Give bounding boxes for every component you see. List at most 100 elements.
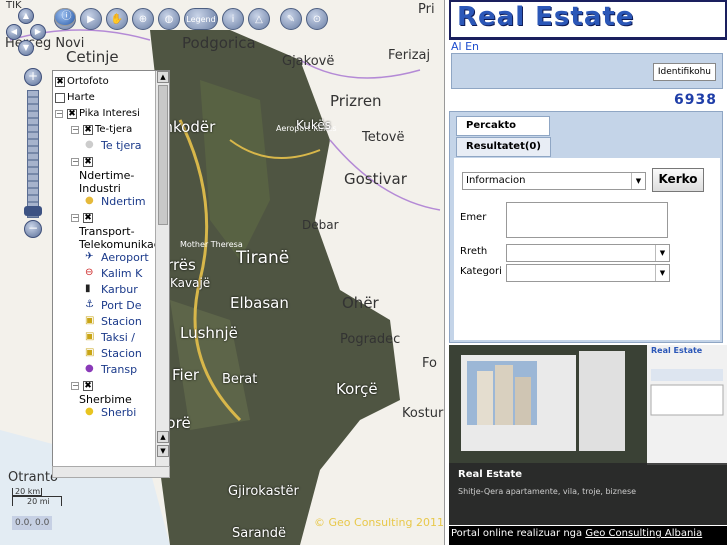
select-icon[interactable]: ✎ bbox=[280, 8, 302, 30]
layer-checkbox[interactable] bbox=[55, 93, 65, 103]
promo-title: Real Estate bbox=[458, 469, 523, 480]
side-panel: Real Estate Al En Identifikohu 6938 Perc… bbox=[449, 0, 727, 545]
layer-checkbox[interactable]: ✖ bbox=[67, 109, 77, 119]
layer-symbol-icon: ▣ bbox=[85, 315, 95, 326]
layer-checkbox[interactable]: ✖ bbox=[55, 77, 65, 87]
collapse-icon[interactable]: − bbox=[55, 110, 63, 118]
globe-icon[interactable]: ◍ bbox=[158, 8, 180, 30]
label-sarande: Sarandë bbox=[232, 526, 287, 541]
scroll-up-icon[interactable]: ▲ bbox=[157, 71, 169, 83]
type-select-value: Informacion bbox=[466, 175, 526, 186]
search-button[interactable]: Kerko bbox=[652, 168, 704, 192]
label-elbasan: Elbasan bbox=[230, 294, 289, 312]
layer-item[interactable]: ▣ Stacion bbox=[85, 347, 155, 361]
layer-hscrollbar[interactable] bbox=[52, 466, 170, 478]
measure-icon[interactable]: △ bbox=[248, 8, 270, 30]
login-box: Identifikohu bbox=[451, 53, 723, 89]
layer-item[interactable]: ▣ Taksi / bbox=[85, 331, 155, 345]
chevron-down-icon: ▼ bbox=[655, 245, 669, 261]
scale-mi: 20 mi bbox=[12, 496, 62, 506]
layer-item[interactable]: ▣ Stacion bbox=[85, 315, 155, 329]
layer-item[interactable]: − ✖ Pika Interesi bbox=[55, 107, 155, 121]
type-select[interactable]: Informacion ▼ bbox=[462, 172, 646, 190]
layer-item[interactable]: ✖ Ortofoto bbox=[55, 75, 155, 89]
zoom-out-icon[interactable]: − bbox=[24, 220, 42, 238]
promo-banner[interactable]: Real Estate Real Estate Shitje-Qera apar… bbox=[449, 345, 727, 525]
promo-thumb-title: Real Estate bbox=[651, 346, 703, 355]
tab-search[interactable]: Percakto kerkimin bbox=[456, 116, 550, 149]
zoom-extent-icon[interactable]: ⊙ bbox=[306, 8, 328, 30]
pan-hand-icon[interactable]: ✋ bbox=[106, 8, 128, 30]
collapse-icon[interactable]: − bbox=[71, 214, 79, 222]
label-kostur: Kostur bbox=[402, 406, 444, 421]
scroll-up-icon[interactable]: ▲ bbox=[157, 431, 169, 443]
tab-results[interactable]: Resultatet(0) bbox=[456, 137, 551, 157]
label-pri: Pri bbox=[418, 2, 435, 17]
layer-checkbox[interactable]: ✖ bbox=[83, 381, 93, 391]
layer-checkbox[interactable]: ✖ bbox=[83, 213, 93, 223]
language-switch[interactable]: Al En bbox=[451, 40, 479, 53]
visit-counter: 6938 bbox=[674, 92, 717, 108]
scroll-thumb[interactable] bbox=[158, 85, 168, 225]
layer-label: Stacion bbox=[101, 347, 142, 360]
layer-item[interactable]: ▮ Karbur bbox=[85, 283, 155, 297]
layer-label: Sherbi bbox=[101, 406, 137, 419]
layer-item[interactable]: Harte bbox=[55, 91, 155, 105]
collapse-icon[interactable]: − bbox=[71, 382, 79, 390]
layer-item[interactable]: ✈ Aeroport bbox=[85, 251, 155, 265]
layer-checkbox[interactable]: ✖ bbox=[83, 157, 93, 167]
name-field[interactable] bbox=[506, 202, 668, 238]
layer-tree[interactable]: ✖ Ortofoto Harte − ✖ Pika Interesi − ✖ Te-tjera ●… bbox=[52, 70, 170, 468]
layer-item[interactable]: ⊖ Kalim K bbox=[85, 267, 155, 281]
district-label: Rreth bbox=[460, 246, 488, 257]
name-label: Emer bbox=[460, 212, 487, 223]
layer-label: Taksi / bbox=[101, 331, 135, 344]
layer-label: Te tjera bbox=[101, 139, 142, 152]
zoom-slider-handle[interactable] bbox=[24, 206, 42, 216]
category-label: Kategori bbox=[460, 266, 502, 277]
layer-item[interactable]: − ✖ bbox=[71, 211, 155, 223]
scroll-down-icon[interactable]: ▼ bbox=[157, 445, 169, 457]
label-gjakove: Gjakovë bbox=[282, 54, 335, 69]
zoom-track[interactable] bbox=[27, 90, 39, 218]
chevron-down-icon: ▼ bbox=[631, 173, 645, 189]
footer-link[interactable]: Geo Consulting Albania bbox=[585, 528, 702, 539]
label-berat: Berat bbox=[222, 372, 258, 387]
layer-symbol-icon: ✈ bbox=[85, 251, 94, 262]
forward-icon[interactable]: ▶ bbox=[80, 8, 102, 30]
district-select[interactable]: ▼ bbox=[506, 244, 670, 262]
zoom-control[interactable]: + − bbox=[24, 68, 42, 238]
pan-down-icon[interactable]: ▼ bbox=[18, 40, 34, 56]
pan-left-icon[interactable]: ◀ bbox=[6, 24, 22, 40]
category-select[interactable]: ▼ bbox=[506, 264, 670, 282]
layer-symbol-icon: ● bbox=[85, 363, 94, 374]
layer-item[interactable]: ● Transp bbox=[85, 363, 155, 377]
layer-item[interactable]: − ✖ bbox=[71, 379, 155, 391]
map-panel[interactable]: Cetinje Podgorica Herceg Novi Gjakovë Fe… bbox=[0, 0, 445, 545]
layer-symbol-icon: ▣ bbox=[85, 331, 95, 342]
pan-right-icon[interactable]: ▶ bbox=[30, 24, 46, 40]
info-icon[interactable]: i bbox=[222, 8, 244, 30]
collapse-icon[interactable]: − bbox=[71, 158, 79, 166]
collapse-icon[interactable]: − bbox=[71, 126, 79, 134]
layer-item[interactable]: − ✖ Te-tjera bbox=[71, 123, 155, 137]
layer-item[interactable]: ● Sherbi bbox=[85, 406, 155, 420]
layer-item[interactable]: ● Ndertim bbox=[85, 195, 155, 209]
pan-control[interactable]: ▲ ◀ ▶ ▼ bbox=[6, 8, 46, 64]
layer-item[interactable]: ⚓ Port De bbox=[85, 299, 155, 313]
legend-button[interactable]: Legend bbox=[184, 8, 218, 30]
layer-item[interactable]: ● Te tjera bbox=[85, 139, 155, 153]
pan-up-icon[interactable]: ▲ bbox=[18, 8, 34, 24]
identify-icon[interactable]: ⓘ bbox=[54, 8, 76, 26]
label-otranto: Otranto bbox=[8, 470, 58, 485]
zoom-in-icon[interactable]: + bbox=[24, 68, 42, 86]
identify-button[interactable]: Identifikohu bbox=[652, 63, 716, 81]
layer-item[interactable]: − ✖ bbox=[71, 155, 155, 167]
search-panel: Percakto kerkimin Resultatet(0) Informac… bbox=[449, 111, 723, 343]
layer-checkbox[interactable]: ✖ bbox=[83, 125, 93, 135]
footer: Portal online realizuar nga Geo Consulti… bbox=[449, 526, 727, 545]
layer-scrollbar[interactable]: ▲ ▲ ▼ bbox=[155, 71, 169, 467]
label-tirane: Tiranë bbox=[236, 248, 290, 268]
zoom-icon[interactable]: ⊕ bbox=[132, 8, 154, 30]
banner-title: Real Estate bbox=[457, 2, 635, 32]
